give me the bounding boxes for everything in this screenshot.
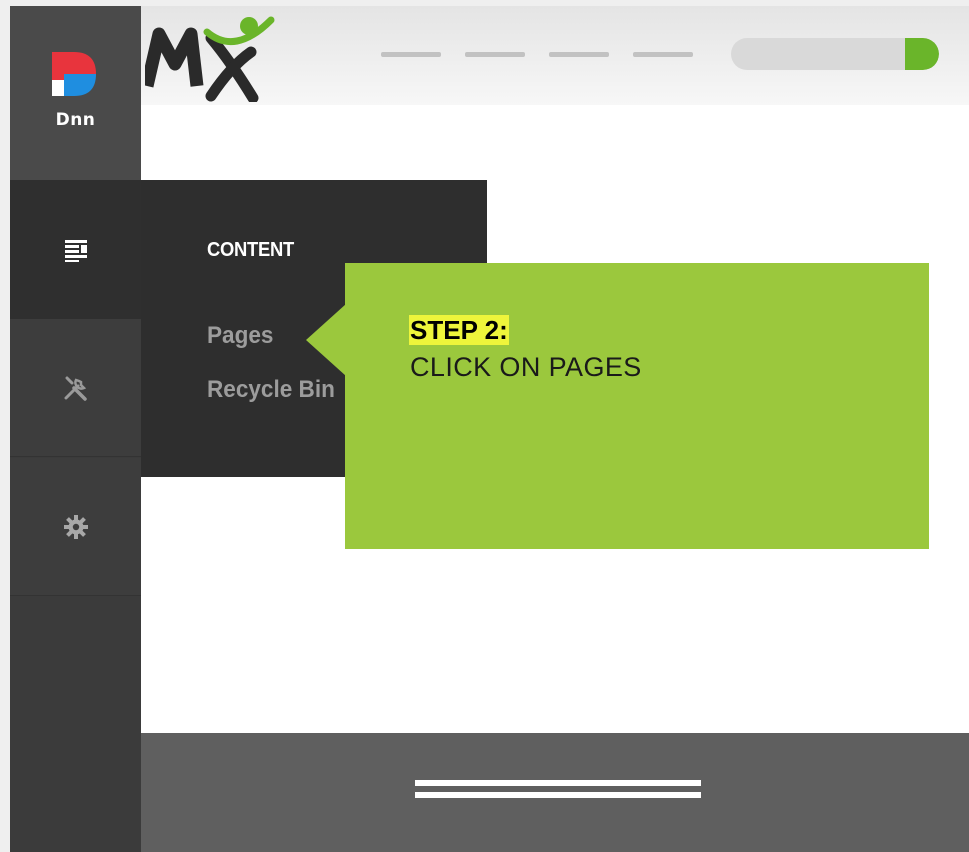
flyout-title: CONTENT — [207, 239, 294, 261]
persona-bar: Dnn — [10, 6, 141, 852]
recycle-bin-link[interactable]: Recycle Bin — [207, 376, 335, 404]
dnn-wordmark: Dnn — [55, 110, 96, 130]
dnn-logo-area[interactable]: Dnn — [10, 6, 141, 180]
persona-item-settings[interactable] — [10, 458, 141, 596]
gear-icon — [63, 514, 88, 539]
browser-viewport: Dnn CONTENT Pages Recycle Bin STEP 2: CL… — [10, 6, 969, 852]
step-label: STEP 2: — [409, 315, 509, 345]
header-nav-item[interactable] — [633, 52, 693, 57]
mx-logo[interactable] — [145, 12, 280, 102]
persona-item-manage[interactable] — [10, 319, 141, 457]
site-footer — [141, 733, 969, 852]
footer-line — [415, 792, 701, 798]
persona-item-content[interactable] — [10, 180, 141, 319]
tutorial-callout: STEP 2: CLICK ON PAGES — [345, 263, 929, 549]
site-header — [141, 6, 969, 105]
content-lines-icon — [64, 239, 87, 262]
search-input[interactable] — [731, 38, 939, 70]
step-instruction: CLICK ON PAGES — [410, 352, 642, 382]
pages-link[interactable]: Pages — [207, 322, 273, 350]
callout-arrow — [306, 304, 346, 376]
search-button[interactable] — [905, 38, 939, 70]
dnn-logo-icon — [52, 52, 96, 96]
footer-line — [415, 780, 701, 786]
header-nav-item[interactable] — [465, 52, 525, 57]
header-nav-item[interactable] — [549, 52, 609, 57]
header-nav-item[interactable] — [381, 52, 441, 57]
wrench-screwdriver-icon — [64, 376, 87, 401]
